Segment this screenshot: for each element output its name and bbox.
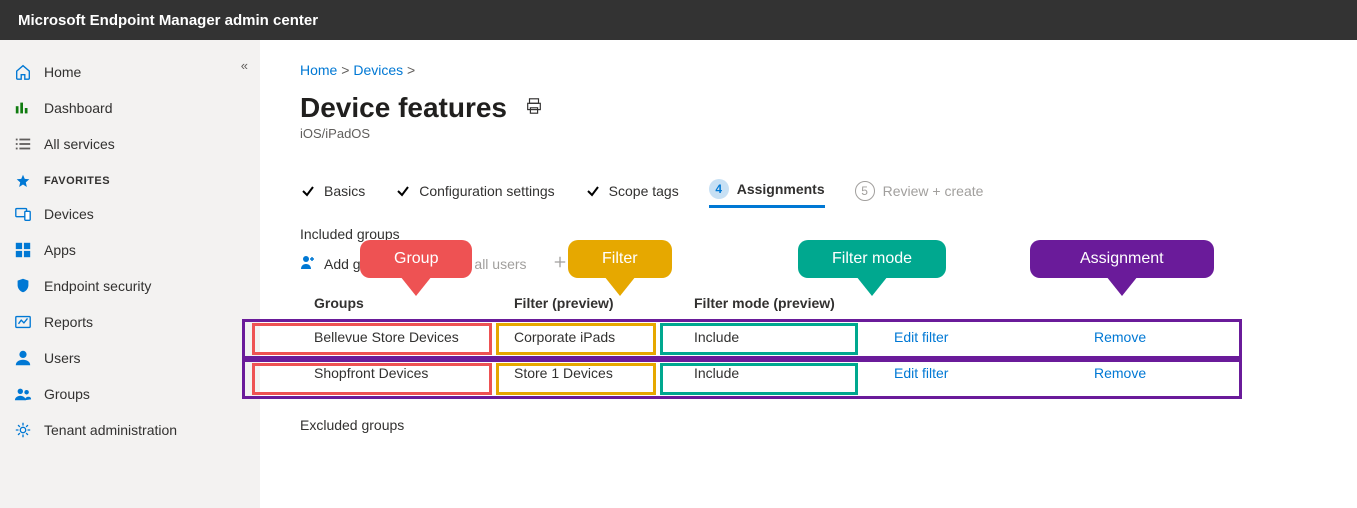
home-icon [14,63,32,81]
gear-icon [14,421,32,439]
shield-icon [14,277,32,295]
assignments-table-area: Groups Filter (preview) Filter mode (pre… [300,287,1327,391]
cell-group: Shopfront Devices [300,355,500,391]
step-number: 5 [855,181,875,201]
sidebar-item-devices[interactable]: Devices [0,196,260,232]
sidebar-item-label: Dashboard [44,100,113,116]
print-icon[interactable] [525,97,543,120]
sidebar-item-label: Groups [44,386,90,402]
list-icon [14,135,32,153]
group-actions: Add groups Add all users Add all devices [300,254,1327,273]
sidebar-item-label: Users [44,350,81,366]
add-user-icon [422,254,438,273]
table-row: Bellevue Store Devices Corporate iPads I… [300,319,1327,355]
remove-link[interactable]: Remove [1094,365,1146,381]
page-title: Device features [300,92,507,124]
edit-filter-link[interactable]: Edit filter [894,329,948,345]
included-groups-label: Included groups [300,226,1327,242]
add-user-icon [300,254,316,273]
edit-filter-link[interactable]: Edit filter [894,365,948,381]
user-icon [14,349,32,367]
sidebar-item-groups[interactable]: Groups [0,376,260,412]
sidebar-item-label: Apps [44,242,76,258]
reports-icon [14,313,32,331]
assignments-table: Groups Filter (preview) Filter mode (pre… [300,287,1327,391]
cell-filter-mode: Include [680,355,880,391]
devices-icon [14,205,32,223]
cell-filter-mode: Include [680,319,880,355]
sidebar-item-dashboard[interactable]: Dashboard [0,90,260,126]
step-scope-tags[interactable]: Scope tags [585,183,679,205]
sidebar-item-tenant-admin[interactable]: Tenant administration [0,412,260,448]
check-icon [300,183,316,199]
dashboard-icon [14,99,32,117]
left-nav: « Home Dashboard All services FAVORITES [0,40,260,508]
star-icon [14,172,32,190]
sidebar-item-reports[interactable]: Reports [0,304,260,340]
sidebar-item-home[interactable]: Home [0,54,260,90]
col-groups: Groups [300,287,500,319]
sidebar-item-label: Home [44,64,81,80]
table-row: Shopfront Devices Store 1 Devices Includ… [300,355,1327,391]
groups-icon [14,385,32,403]
sidebar-favorites-header: FAVORITES [0,162,260,196]
apps-icon [14,241,32,259]
check-icon [585,183,601,199]
sidebar-item-all-services[interactable]: All services [0,126,260,162]
cell-group: Bellevue Store Devices [300,319,500,355]
add-all-devices-button[interactable]: Add all devices [553,254,669,273]
cell-filter: Store 1 Devices [500,355,680,391]
top-app-bar: Microsoft Endpoint Manager admin center [0,0,1357,40]
remove-link[interactable]: Remove [1094,329,1146,345]
sidebar-item-label: Devices [44,206,94,222]
col-filter: Filter (preview) [500,287,680,319]
plus-icon [553,255,567,272]
main-content: Home > Devices > Device features iOS/iPa… [260,40,1357,508]
add-all-users-button[interactable]: Add all users [422,254,527,273]
sidebar-item-apps[interactable]: Apps [0,232,260,268]
breadcrumb-home[interactable]: Home [300,62,337,78]
step-assignments[interactable]: 4 Assignments [709,179,825,208]
app-title: Microsoft Endpoint Manager admin center [18,12,318,29]
sidebar-item-users[interactable]: Users [0,340,260,376]
step-number: 4 [709,179,729,199]
sidebar-item-endpoint-security[interactable]: Endpoint security [0,268,260,304]
check-icon [395,183,411,199]
cell-filter: Corporate iPads [500,319,680,355]
col-filter-mode: Filter mode (preview) [680,287,880,319]
sidebar-item-label: All services [44,136,115,152]
add-groups-button[interactable]: Add groups [300,254,396,273]
collapse-sidebar-icon[interactable]: « [241,58,248,73]
breadcrumb: Home > Devices > [300,62,1327,78]
wizard-steps: Basics Configuration settings Scope tags… [300,179,1327,208]
step-review-create[interactable]: 5 Review + create [855,181,984,207]
sidebar-item-label: Tenant administration [44,422,177,438]
sidebar-item-label: Endpoint security [44,278,151,294]
step-configuration-settings[interactable]: Configuration settings [395,183,554,205]
step-basics[interactable]: Basics [300,183,365,205]
page-subtitle: iOS/iPadOS [300,126,1327,141]
excluded-groups-label: Excluded groups [300,417,1327,433]
sidebar-item-label: Reports [44,314,93,330]
breadcrumb-devices[interactable]: Devices [353,62,403,78]
